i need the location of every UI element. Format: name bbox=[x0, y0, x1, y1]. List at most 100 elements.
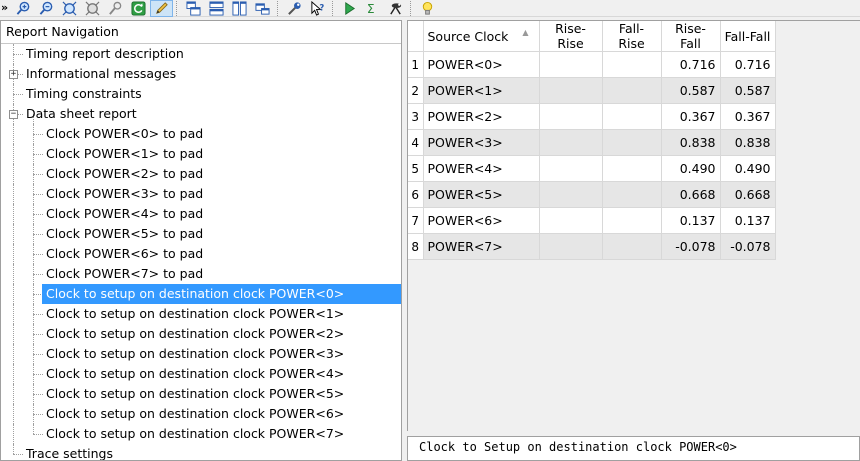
cell-fall-fall[interactable]: 0.587 bbox=[720, 77, 776, 104]
cell-fall-rise[interactable] bbox=[602, 103, 662, 130]
cell-source-clock[interactable]: POWER<1> bbox=[423, 77, 540, 104]
tree-child-item[interactable]: Clock to setup on destination clock POWE… bbox=[1, 384, 401, 404]
toolbar-overflow-chevron[interactable]: » bbox=[0, 0, 12, 17]
cell-fall-fall[interactable]: 0.668 bbox=[720, 181, 776, 208]
row-number[interactable]: 3 bbox=[408, 103, 424, 130]
tree-child-item[interactable]: Clock to setup on destination clock POWE… bbox=[1, 284, 401, 304]
tree-item[interactable]: Timing constraints bbox=[1, 84, 401, 104]
tree-child-item[interactable]: Clock to setup on destination clock POWE… bbox=[1, 424, 401, 444]
cell-source-clock[interactable]: POWER<7> bbox=[423, 233, 540, 260]
table-row[interactable]: 1 POWER<0> 0.716 0.716 bbox=[408, 51, 776, 78]
tree-child-item[interactable]: Clock POWER<3> to pad bbox=[1, 184, 401, 204]
cell-rise-fall[interactable]: -0.078 bbox=[661, 233, 721, 260]
column-header-fall-fall[interactable]: Fall-Fall bbox=[720, 21, 776, 52]
tile-vertical-icon[interactable] bbox=[228, 0, 251, 17]
row-number[interactable]: 6 bbox=[408, 181, 424, 208]
expand-icon[interactable]: + bbox=[9, 70, 18, 79]
tree-child-item[interactable]: Clock to setup on destination clock POWE… bbox=[1, 344, 401, 364]
row-number[interactable]: 4 bbox=[408, 129, 424, 156]
cell-rise-fall[interactable]: 0.367 bbox=[661, 103, 721, 130]
cascade-icon[interactable] bbox=[182, 0, 205, 17]
cell-fall-fall[interactable]: -0.078 bbox=[720, 233, 776, 260]
tree-child-item[interactable]: Clock POWER<5> to pad bbox=[1, 224, 401, 244]
table-row[interactable]: 6 POWER<5> 0.668 0.668 bbox=[408, 181, 776, 208]
cell-source-clock[interactable]: POWER<0> bbox=[423, 51, 540, 78]
find-icon[interactable] bbox=[104, 0, 127, 17]
tree-item[interactable]: Timing report description bbox=[1, 44, 401, 64]
column-header-source-clock[interactable]: Source Clock ▲ bbox=[423, 21, 540, 52]
help-cursor-icon[interactable]: ? bbox=[306, 0, 329, 17]
tree-item[interactable]: + Informational messages bbox=[1, 64, 401, 84]
cell-rise-rise[interactable] bbox=[539, 155, 603, 182]
table-row[interactable]: 8 POWER<7> -0.078 -0.078 bbox=[408, 233, 776, 260]
cell-source-clock[interactable]: POWER<5> bbox=[423, 181, 540, 208]
cell-source-clock[interactable]: POWER<6> bbox=[423, 207, 540, 234]
tree-child-item[interactable]: Clock to setup on destination clock POWE… bbox=[1, 404, 401, 424]
cell-fall-fall[interactable]: 0.137 bbox=[720, 207, 776, 234]
tree-child-item[interactable]: Clock POWER<0> to pad bbox=[1, 124, 401, 144]
zoom-fit-icon[interactable] bbox=[58, 0, 81, 17]
column-header-fall-rise[interactable]: Fall-Rise bbox=[602, 21, 662, 52]
tile-horizontal-icon[interactable] bbox=[205, 0, 228, 17]
properties-icon[interactable] bbox=[283, 0, 306, 17]
tree-child-item[interactable]: Clock POWER<7> to pad bbox=[1, 264, 401, 284]
cell-rise-fall[interactable]: 0.716 bbox=[661, 51, 721, 78]
tree-child-item[interactable]: Clock to setup on destination clock POWE… bbox=[1, 324, 401, 344]
pencil-icon[interactable] bbox=[150, 0, 173, 17]
tree-child-item[interactable]: Clock to setup on destination clock POWE… bbox=[1, 364, 401, 384]
cell-fall-fall[interactable]: 0.367 bbox=[720, 103, 776, 130]
run-icon[interactable] bbox=[338, 0, 361, 17]
tree-child-item[interactable]: Clock POWER<4> to pad bbox=[1, 204, 401, 224]
cell-rise-rise[interactable] bbox=[539, 103, 603, 130]
tree-child-item[interactable]: Clock POWER<2> to pad bbox=[1, 164, 401, 184]
column-header-rise-rise[interactable]: Rise-Rise bbox=[539, 21, 603, 52]
cell-rise-fall[interactable]: 0.587 bbox=[661, 77, 721, 104]
row-number[interactable]: 2 bbox=[408, 77, 424, 104]
table-row[interactable]: 5 POWER<4> 0.490 0.490 bbox=[408, 155, 776, 182]
row-number[interactable]: 7 bbox=[408, 207, 424, 234]
cell-source-clock[interactable]: POWER<3> bbox=[423, 129, 540, 156]
arrange-icon[interactable] bbox=[251, 0, 274, 17]
table-row[interactable]: 3 POWER<2> 0.367 0.367 bbox=[408, 103, 776, 130]
cell-rise-fall[interactable]: 0.490 bbox=[661, 155, 721, 182]
tree-item[interactable]: Trace settings bbox=[1, 444, 401, 460]
cell-rise-fall[interactable]: 0.838 bbox=[661, 129, 721, 156]
table-row[interactable]: 2 POWER<1> 0.587 0.587 bbox=[408, 77, 776, 104]
cell-rise-rise[interactable] bbox=[539, 181, 603, 208]
zoom-out-icon[interactable] bbox=[35, 0, 58, 17]
collapse-icon[interactable]: − bbox=[9, 110, 18, 119]
cell-fall-rise[interactable] bbox=[602, 155, 662, 182]
cell-fall-fall[interactable]: 0.490 bbox=[720, 155, 776, 182]
tree-child-item[interactable]: Clock POWER<1> to pad bbox=[1, 144, 401, 164]
cell-fall-rise[interactable] bbox=[602, 233, 662, 260]
cell-fall-rise[interactable] bbox=[602, 207, 662, 234]
table-row[interactable]: 7 POWER<6> 0.137 0.137 bbox=[408, 207, 776, 234]
cell-rise-rise[interactable] bbox=[539, 51, 603, 78]
cell-rise-fall[interactable]: 0.137 bbox=[661, 207, 721, 234]
report-text-panel[interactable]: Clock to Setup on destination clock POWE… bbox=[407, 436, 860, 461]
zoom-full-icon[interactable] bbox=[81, 0, 104, 17]
cell-source-clock[interactable]: POWER<4> bbox=[423, 155, 540, 182]
row-number[interactable]: 1 bbox=[408, 51, 424, 78]
cell-rise-rise[interactable] bbox=[539, 233, 603, 260]
cell-source-clock[interactable]: POWER<2> bbox=[423, 103, 540, 130]
row-number[interactable]: 8 bbox=[408, 233, 424, 260]
table-corner[interactable] bbox=[408, 21, 424, 52]
cell-rise-rise[interactable] bbox=[539, 77, 603, 104]
table-row[interactable]: 4 POWER<3> 0.838 0.838 bbox=[408, 129, 776, 156]
sigma-icon[interactable]: Σ bbox=[361, 0, 384, 17]
cell-fall-rise[interactable] bbox=[602, 77, 662, 104]
cell-fall-rise[interactable] bbox=[602, 129, 662, 156]
cell-rise-rise[interactable] bbox=[539, 207, 603, 234]
tree-item[interactable]: − Data sheet report bbox=[1, 104, 401, 124]
zoom-in-icon[interactable] bbox=[12, 0, 35, 17]
lightbulb-icon[interactable] bbox=[416, 0, 439, 17]
tree-child-item[interactable]: Clock POWER<6> to pad bbox=[1, 244, 401, 264]
row-number[interactable]: 5 bbox=[408, 155, 424, 182]
cell-rise-fall[interactable]: 0.668 bbox=[661, 181, 721, 208]
cell-fall-rise[interactable] bbox=[602, 181, 662, 208]
column-header-rise-fall[interactable]: Rise-Fall bbox=[661, 21, 721, 52]
cell-rise-rise[interactable] bbox=[539, 129, 603, 156]
cell-fall-rise[interactable] bbox=[602, 51, 662, 78]
refresh-icon[interactable] bbox=[127, 0, 150, 17]
